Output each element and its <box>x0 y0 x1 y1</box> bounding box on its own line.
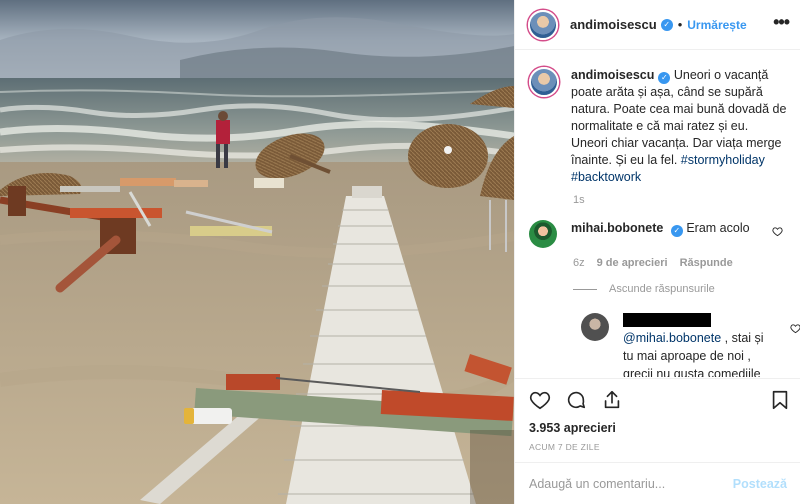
more-options-icon[interactable]: ••• <box>773 12 790 33</box>
bookmark-icon <box>772 390 788 410</box>
header-username[interactable]: andimoisescu <box>570 17 657 32</box>
verified-badge-icon: ✓ <box>660 18 673 31</box>
caption-text: andimoisescu ✓ Uneori o vacanță poate ară… <box>571 67 787 186</box>
post-comment-button[interactable]: Postează <box>733 477 787 491</box>
post-timestamp: ACUM 7 DE ZILE <box>529 442 600 452</box>
comment-bubble-icon[interactable] <box>565 389 587 411</box>
comment-input[interactable] <box>529 477 733 491</box>
header-separator: • <box>677 17 683 32</box>
caption: andimoisescu ✓ Uneori o vacanță poate ară… <box>529 67 787 186</box>
hide-replies-label: Ascunde răspunsurile <box>609 283 715 295</box>
comment-item: mihai.bobonete ✓ Eram acolo <box>529 220 787 248</box>
post-header: andimoisescu ✓ • Urmărește ••• <box>515 0 800 50</box>
comment-meta: 6z 9 de aprecieri Răspunde <box>573 257 787 269</box>
verified-badge-icon: ✓ <box>670 225 683 237</box>
add-comment-bar: Postează <box>515 462 800 504</box>
comment-username[interactable]: mihai.bobonete <box>571 221 663 235</box>
save-bookmark-button[interactable] <box>769 389 791 414</box>
hide-replies-dash <box>573 288 597 290</box>
like-comment-icon[interactable] <box>790 323 800 334</box>
post-side-panel: andimoisescu ✓ • Urmărește ••• andimoise… <box>514 0 800 504</box>
reply-text: @mihai.bobonete , stai și tu mai aproape… <box>623 313 773 377</box>
avatar[interactable] <box>528 9 558 40</box>
hide-replies-button[interactable]: Ascunde răspunsurile <box>573 283 787 295</box>
beach-storm-photo <box>0 0 514 504</box>
caption-username[interactable]: andimoisescu <box>571 68 654 82</box>
redacted-username <box>623 313 711 327</box>
reply-item: @mihai.bobonete , stai și tu mai aproape… <box>581 313 800 377</box>
post-actions: 3.953 aprecieri ACUM 7 DE ZILE Postează <box>515 378 800 504</box>
comment-text: mihai.bobonete ✓ Eram acolo <box>571 220 771 248</box>
like-heart-icon[interactable] <box>529 389 551 411</box>
action-icons <box>529 389 623 411</box>
hashtag-link[interactable]: #stormyholiday <box>681 153 765 167</box>
hashtag-link[interactable]: #backtowork <box>571 170 641 184</box>
follow-button[interactable]: Urmărește <box>687 18 746 32</box>
caption-age: 1s <box>573 194 585 206</box>
reply-button[interactable]: Răspunde <box>680 257 733 269</box>
caption-avatar[interactable] <box>529 67 559 97</box>
comment-body: Eram acolo <box>686 221 750 235</box>
mention-link[interactable]: @mihai.bobonete <box>623 331 721 345</box>
likes-count[interactable]: 3.953 aprecieri <box>529 421 616 435</box>
comment-likes[interactable]: 9 de aprecieri <box>597 257 668 269</box>
post-photo[interactable] <box>0 0 514 504</box>
verified-badge-icon: ✓ <box>658 72 671 84</box>
share-icon[interactable] <box>601 389 623 411</box>
comments-list[interactable]: andimoisescu ✓ Uneori o vacanță poate ară… <box>515 51 800 377</box>
comment-avatar[interactable] <box>529 220 557 248</box>
reply-avatar[interactable] <box>581 313 609 341</box>
comment-age: 6z <box>573 257 585 269</box>
like-comment-icon[interactable] <box>772 226 783 237</box>
